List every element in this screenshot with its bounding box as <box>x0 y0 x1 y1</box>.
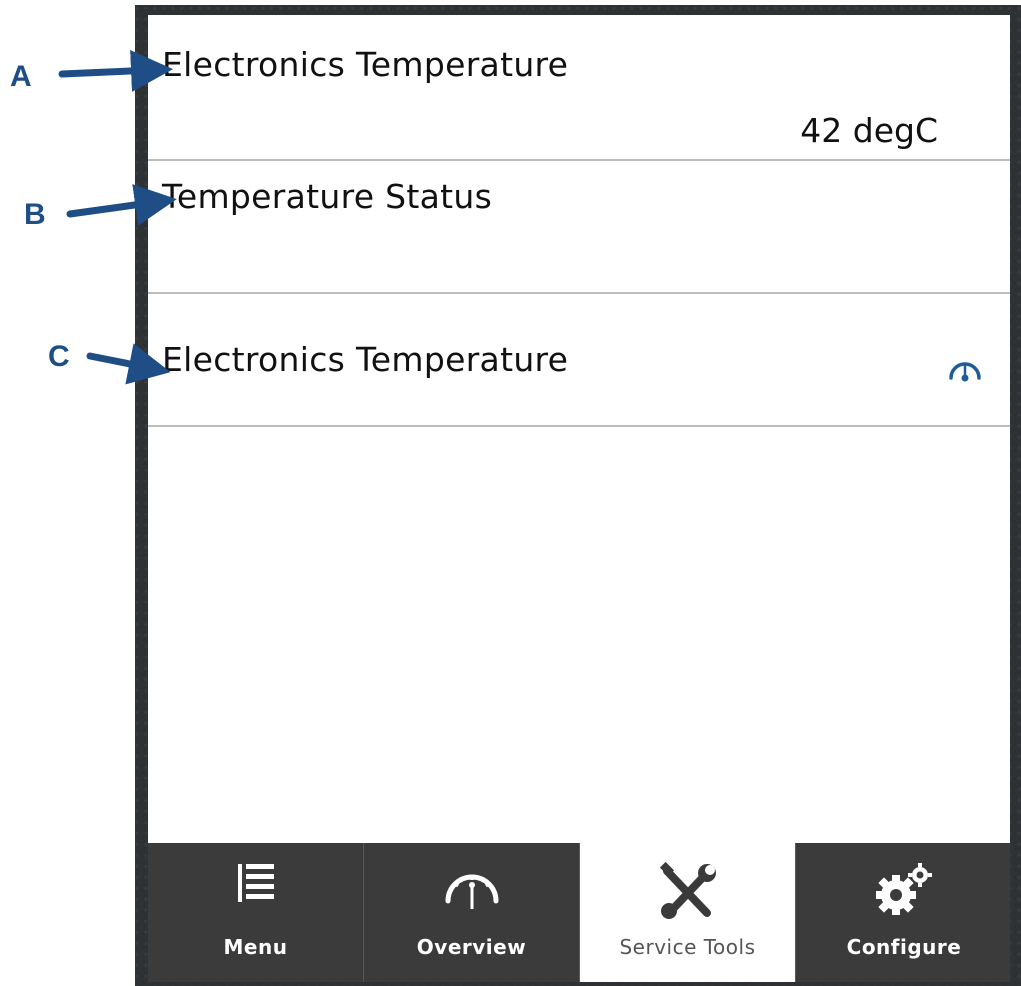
tab-configure[interactable]: Configure <box>796 843 1010 982</box>
gears-icon <box>876 863 932 915</box>
tools-icon <box>659 861 716 919</box>
callout-label-b: B <box>24 198 46 231</box>
temperature-status-row[interactable]: Temperature Status <box>148 161 1010 294</box>
tab-label: Menu <box>223 935 288 959</box>
tab-service-tools[interactable]: Service Tools <box>580 843 796 982</box>
callout-label-a: A <box>10 60 32 93</box>
gauge-icon <box>445 874 498 909</box>
row-label: Electronics Temperature <box>162 45 569 84</box>
tab-overview[interactable]: Overview <box>364 843 580 982</box>
row-label: Temperature Status <box>162 177 493 216</box>
tab-menu[interactable]: Menu <box>148 843 364 982</box>
electronics-temperature-trend-row[interactable]: Electronics Temperature <box>148 294 1010 427</box>
callout-label-c: C <box>48 340 70 373</box>
gauge-icon[interactable] <box>948 354 982 384</box>
row-label: Electronics Temperature <box>162 340 569 379</box>
tab-label: Overview <box>416 935 527 959</box>
tab-label: Service Tools <box>619 935 756 959</box>
device-screen: Electronics Temperature 42 degC Temperat… <box>148 15 1010 982</box>
tab-label: Configure <box>846 935 962 959</box>
menu-list-icon <box>237 864 274 902</box>
temperature-value: 42 degC <box>800 111 938 150</box>
electronics-temperature-row[interactable]: Electronics Temperature 42 degC <box>148 15 1010 161</box>
bottom-tab-bar: Menu Overview Service Tools Configure <box>148 843 1010 982</box>
